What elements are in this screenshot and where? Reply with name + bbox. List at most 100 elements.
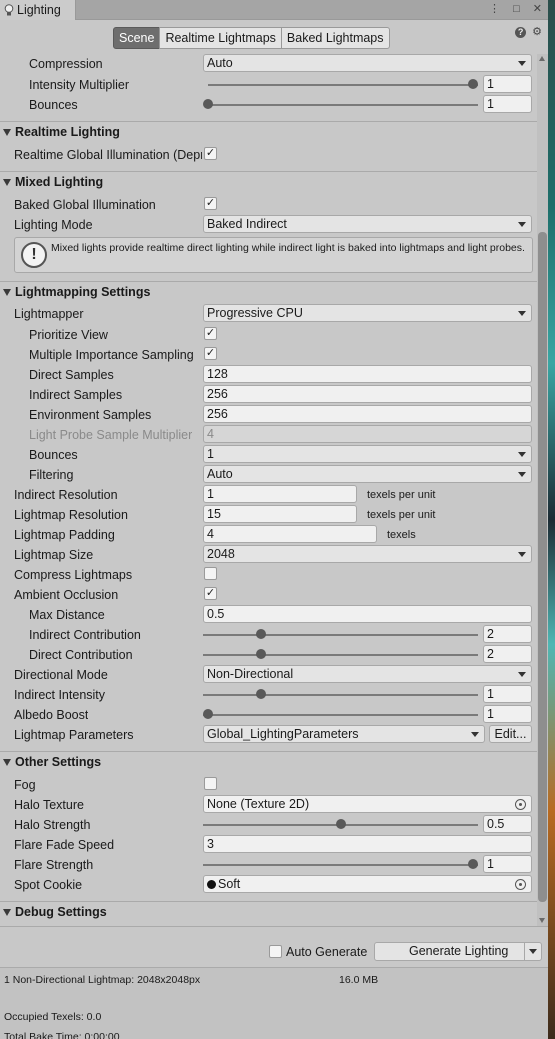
stats-lightmaps: 1 Non-Directional Lightmap: 2048x2048px bbox=[4, 974, 201, 986]
bounces-slider[interactable] bbox=[208, 104, 478, 106]
chevron-down-icon bbox=[518, 311, 526, 316]
direct-contrib-input[interactable]: 2 bbox=[483, 645, 532, 663]
flare-strength-slider[interactable] bbox=[203, 864, 478, 866]
lightmap-size-label: Lightmap Size bbox=[14, 548, 94, 562]
more-icon[interactable]: ⋮ bbox=[489, 3, 500, 15]
mis-checkbox[interactable]: ✓ bbox=[204, 347, 217, 360]
directional-mode-label: Directional Mode bbox=[14, 668, 108, 682]
flare-fade-input[interactable]: 3 bbox=[203, 835, 532, 853]
compression-row: Compression Auto bbox=[0, 54, 537, 74]
lightmap-res-unit: texels per unit bbox=[367, 509, 436, 521]
intensity-input[interactable]: 1 bbox=[483, 75, 532, 93]
directional-mode-dropdown[interactable]: Non-Directional bbox=[203, 665, 532, 683]
tab-baked-lightmaps[interactable]: Baked Lightmaps bbox=[280, 27, 390, 49]
env-samples-input[interactable]: 256 bbox=[203, 405, 532, 423]
indirect-samples-input[interactable]: 256 bbox=[203, 385, 532, 403]
albedo-boost-input[interactable]: 1 bbox=[483, 705, 532, 723]
baked-gi-row: Baked Global Illumination ✓ bbox=[0, 195, 537, 215]
texture-icon bbox=[207, 880, 216, 889]
scroll-up-icon[interactable] bbox=[539, 56, 545, 61]
scrollbar-thumb[interactable] bbox=[538, 232, 547, 902]
fog-checkbox[interactable] bbox=[204, 777, 217, 790]
flare-strength-input[interactable]: 1 bbox=[483, 855, 532, 873]
object-picker-icon[interactable] bbox=[515, 799, 526, 810]
ao-checkbox[interactable]: ✓ bbox=[204, 587, 217, 600]
bounces-input[interactable]: 1 bbox=[483, 95, 532, 113]
section-lightmapping-settings[interactable]: Lightmapping Settings bbox=[0, 281, 537, 303]
chevron-down-icon bbox=[518, 61, 526, 66]
section-mixed-lighting[interactable]: Mixed Lighting bbox=[0, 171, 537, 193]
indirect-res-input[interactable]: 1 bbox=[203, 485, 357, 503]
object-picker-icon[interactable] bbox=[515, 879, 526, 890]
section-other-settings[interactable]: Other Settings bbox=[0, 751, 537, 773]
indirect-intensity-input[interactable]: 1 bbox=[483, 685, 532, 703]
indirect-contrib-slider-handle[interactable] bbox=[256, 629, 266, 639]
edit-params-button[interactable]: Edit... bbox=[489, 725, 532, 743]
baked-gi-checkbox[interactable]: ✓ bbox=[204, 197, 217, 210]
lighting-mode-dropdown[interactable]: Baked Indirect bbox=[203, 215, 532, 233]
env-samples-label: Environment Samples bbox=[29, 408, 152, 422]
indirect-contrib-input[interactable]: 2 bbox=[483, 625, 532, 643]
albedo-boost-row: Albedo Boost 1 bbox=[0, 705, 537, 725]
lightmap-res-label: Lightmap Resolution bbox=[14, 508, 128, 522]
stats-time: Total Bake Time: 0:00:00 bbox=[4, 1031, 120, 1039]
indirect-intensity-slider-handle[interactable] bbox=[256, 689, 266, 699]
spot-cookie-field[interactable]: Soft bbox=[203, 875, 532, 893]
lighting-tab[interactable]: Lighting bbox=[0, 0, 76, 20]
indirect-res-row: Indirect Resolution 1 texels per unit bbox=[0, 485, 537, 505]
lightmapper-row: Lightmapper Progressive CPU bbox=[0, 304, 537, 324]
halo-texture-row: Halo Texture None (Texture 2D) bbox=[0, 795, 537, 815]
flare-strength-slider-handle[interactable] bbox=[468, 859, 478, 869]
flare-fade-row: Flare Fade Speed 3 bbox=[0, 835, 537, 855]
halo-strength-input[interactable]: 0.5 bbox=[483, 815, 532, 833]
albedo-boost-slider-handle[interactable] bbox=[203, 709, 213, 719]
section-debug-settings[interactable]: Debug Settings bbox=[0, 901, 537, 923]
settings-gear-icon[interactable]: ⚙ bbox=[532, 26, 542, 38]
prioritize-view-checkbox[interactable]: ✓ bbox=[204, 327, 217, 340]
tab-realtime-lightmaps[interactable]: Realtime Lightmaps bbox=[159, 27, 282, 49]
indirect-contrib-slider[interactable] bbox=[203, 634, 478, 636]
vertical-scrollbar[interactable] bbox=[537, 54, 548, 926]
padding-label: Lightmap Padding bbox=[14, 528, 115, 542]
lightmap-res-input[interactable]: 15 bbox=[203, 505, 357, 523]
bounces-slider-handle[interactable] bbox=[203, 99, 213, 109]
lm-bounces-dropdown[interactable]: 1 bbox=[203, 445, 532, 463]
generate-lighting-button[interactable]: Generate Lighting bbox=[374, 942, 542, 961]
indirect-samples-label: Indirect Samples bbox=[29, 388, 123, 402]
maximize-icon[interactable]: □ bbox=[513, 3, 520, 15]
help-icon[interactable]: ? bbox=[515, 27, 527, 38]
indirect-intensity-slider[interactable] bbox=[203, 694, 478, 696]
lightmap-params-dropdown[interactable]: Global_LightingParameters bbox=[203, 725, 485, 743]
albedo-boost-slider[interactable] bbox=[203, 714, 478, 716]
scroll-down-icon[interactable] bbox=[539, 918, 545, 923]
lm-bounces-row: Bounces 1 bbox=[0, 445, 537, 465]
lightmap-size-dropdown[interactable]: 2048 bbox=[203, 545, 532, 563]
auto-generate-checkbox[interactable] bbox=[269, 945, 282, 958]
compress-checkbox[interactable] bbox=[204, 567, 217, 580]
direct-contrib-slider-handle[interactable] bbox=[256, 649, 266, 659]
realtime-gi-row: Realtime Global Illumination (Deprecated… bbox=[0, 145, 537, 165]
stats-size: 16.0 MB bbox=[339, 974, 379, 986]
compress-row: Compress Lightmaps bbox=[0, 565, 537, 585]
foldout-arrow-icon bbox=[3, 289, 11, 296]
max-distance-input[interactable]: 0.5 bbox=[203, 605, 532, 623]
lightmapper-label: Lightmapper bbox=[14, 307, 84, 321]
tab-scene[interactable]: Scene bbox=[113, 27, 161, 49]
halo-texture-field[interactable]: None (Texture 2D) bbox=[203, 795, 532, 813]
direct-samples-input[interactable]: 128 bbox=[203, 365, 532, 383]
close-icon[interactable]: ✕ bbox=[533, 3, 542, 15]
filtering-dropdown[interactable]: Auto bbox=[203, 465, 532, 483]
chevron-down-icon[interactable] bbox=[529, 949, 537, 954]
section-realtime-lighting[interactable]: Realtime Lighting bbox=[0, 121, 537, 143]
direct-contrib-slider[interactable] bbox=[203, 654, 478, 656]
intensity-slider-handle[interactable] bbox=[468, 79, 478, 89]
albedo-boost-label: Albedo Boost bbox=[14, 708, 89, 722]
bake-stats: 1 Non-Directional Lightmap: 2048x2048px … bbox=[0, 967, 548, 1039]
halo-strength-slider-handle[interactable] bbox=[336, 819, 346, 829]
compression-dropdown[interactable]: Auto bbox=[203, 54, 532, 72]
intensity-slider[interactable] bbox=[208, 84, 478, 86]
padding-input[interactable]: 4 bbox=[203, 525, 377, 543]
max-distance-label: Max Distance bbox=[29, 608, 105, 622]
realtime-gi-checkbox[interactable]: ✓ bbox=[204, 147, 217, 160]
lightmapper-dropdown[interactable]: Progressive CPU bbox=[203, 304, 532, 322]
